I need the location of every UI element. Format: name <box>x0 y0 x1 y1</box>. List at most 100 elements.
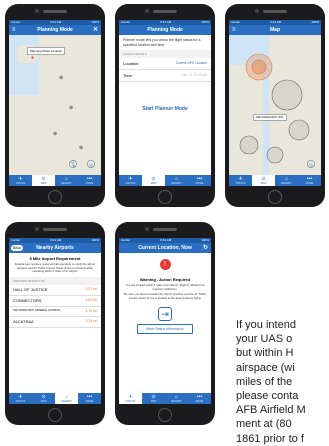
more-status-button[interactable]: More Status Information <box>137 324 193 335</box>
tab-label: MORE <box>305 182 314 185</box>
tab-status[interactable]: ✈ STATUS <box>9 393 32 404</box>
airport-name: ALCATRAZ <box>13 319 34 325</box>
speaker <box>43 10 67 13</box>
screen: Carrier 9:41 AM 100% ≡ Planning Mode ✕ P… <box>9 20 101 186</box>
camera <box>35 227 39 231</box>
tab-more[interactable]: ••• MORE <box>188 175 211 186</box>
camera <box>145 9 149 13</box>
tab-label: NEARBY <box>61 182 72 185</box>
paragraph-line: miles of the <box>236 375 293 388</box>
location-pin-icon[interactable]: ● <box>31 55 34 61</box>
airport-icon[interactable]: ⊕ <box>59 75 63 81</box>
page-title: Nearby Airports <box>36 245 74 251</box>
tab-map[interactable]: ⊙ MAP <box>32 175 55 186</box>
microphone-icon[interactable]: 🎙 <box>69 160 77 168</box>
refresh-icon[interactable]: ↻ <box>203 243 208 253</box>
tab-label: STATUS <box>15 400 26 403</box>
start-planner-button[interactable]: Start Planner Mode <box>119 106 211 112</box>
home-button <box>48 190 62 204</box>
tab-label: MAP <box>40 400 47 403</box>
airport-row[interactable]: HALL OF JUSTICE 0.57 mi <box>9 285 101 296</box>
speaker <box>263 10 287 13</box>
tab-status[interactable]: ✈ STATUS <box>9 175 32 186</box>
camera <box>255 9 259 13</box>
time-value: Jan 13, 10:55 AM <box>182 73 207 77</box>
warning-text: You are located within 5 miles of an air… <box>125 283 205 291</box>
tab-status[interactable]: ✈ STATUS <box>119 393 142 404</box>
tab-bar: ✈ STATUS ⊙ MAP ⌂ NEARBY ••• MORE <box>9 393 101 404</box>
home-button <box>158 190 172 204</box>
section-header: FLIGHT DETAILS <box>119 50 211 58</box>
location-row[interactable]: Location: Current GPS Location <box>119 58 211 70</box>
location-value: Current GPS Location <box>175 61 207 65</box>
tab-more[interactable]: ••• MORE <box>78 393 101 404</box>
nav-bar: ≡ Map <box>229 25 321 35</box>
map-view[interactable]: SAN FRANCISCO INTL ◎ <box>229 35 321 175</box>
airport-icon[interactable]: ⊕ <box>69 105 73 111</box>
airspace-ring <box>251 59 267 75</box>
planner-intro: Planner mode lets you check the flight s… <box>123 38 201 47</box>
airport-callout[interactable]: SAN FRANCISCO INTL <box>253 114 287 121</box>
phone-planning-map: Carrier 9:41 AM 100% ≡ Planning Mode ✕ P… <box>5 4 105 207</box>
tab-nearby[interactable]: ⌂ NEARBY <box>165 175 188 186</box>
requirement-title: 5 Mile Airport Requirement <box>29 256 81 261</box>
page-title: Planning Mode <box>147 27 183 33</box>
back-button[interactable]: Back <box>11 245 24 251</box>
close-icon[interactable]: ✕ <box>93 25 98 35</box>
menu-icon[interactable]: ≡ <box>12 25 16 35</box>
tab-more[interactable]: ••• MORE <box>188 393 211 404</box>
home-button <box>158 408 172 422</box>
tab-label: MORE <box>195 182 204 185</box>
tab-bar: ✈ STATUS ⊙ MAP ⌂ NEARBY ••• MORE <box>119 393 211 404</box>
requirement-text: Federal Law requires model aircraft oper… <box>14 262 96 274</box>
tab-label: STATUS <box>125 182 136 185</box>
camera <box>35 9 39 13</box>
paragraph-line: ment at (80 <box>236 418 292 431</box>
tab-bar: ✈ STATUS ⊙ MAP ⌂ NEARBY ••• MORE <box>229 175 321 186</box>
phone-nearby-airports: Carrier 9:41 AM 100% Back Nearby Airport… <box>5 222 105 425</box>
tab-status[interactable]: ✈ STATUS <box>119 175 142 186</box>
tab-map[interactable]: ⊙ MAP <box>252 175 275 186</box>
section-header: AIRPORTS WITHIN 5 MI <box>9 276 101 285</box>
tab-label: NEARBY <box>61 400 72 403</box>
tab-label: MORE <box>85 182 94 185</box>
tab-more[interactable]: ••• MORE <box>298 175 321 186</box>
time-row[interactable]: Time: Jan 13, 10:55 AM <box>119 70 211 82</box>
locate-icon[interactable]: ◎ <box>87 160 95 168</box>
tab-status[interactable]: ✈ STATUS <box>229 175 252 186</box>
tab-map[interactable]: ⊙ MAP <box>142 393 165 404</box>
tab-nearby[interactable]: ⌂ NEARBY <box>55 175 78 186</box>
tab-label: STATUS <box>235 182 246 185</box>
tab-map[interactable]: ⊙ MAP <box>32 393 55 404</box>
airport-row[interactable]: CONNECTORS 1.03 mi <box>9 296 101 307</box>
airspace-overlay <box>239 53 310 164</box>
tab-label: STATUS <box>15 182 26 185</box>
page-title: Planning Mode <box>37 27 73 33</box>
menu-icon[interactable]: ≡ <box>232 25 236 35</box>
airport-distance: 1.76 mi <box>85 309 97 314</box>
tab-nearby[interactable]: ⌂ NEARBY <box>275 175 298 186</box>
airport-distance: 0.57 mi <box>85 287 97 292</box>
tab-map[interactable]: ⊙ MAP <box>142 175 165 186</box>
airport-row[interactable]: SAN FRANCISCO GENERAL HOSPITAL 1.76 mi <box>9 307 101 317</box>
airport-row[interactable]: ALCATRAZ 2.74 mi <box>9 317 101 328</box>
locate-icon[interactable]: ◎ <box>307 160 315 168</box>
paragraph-line: your UAS o <box>236 333 293 346</box>
airport-name: HALL OF JUSTICE <box>13 287 48 293</box>
page-title: Map <box>270 27 280 33</box>
instruction-paragraph: If you intend your UAS o but within H ai… <box>236 318 329 446</box>
map-land <box>9 95 49 175</box>
tab-nearby[interactable]: ⌂ NEARBY <box>165 393 188 404</box>
page-title: Current Location, Now <box>138 245 192 251</box>
tab-more[interactable]: ••• MORE <box>78 175 101 186</box>
tab-label: MAP <box>150 400 157 403</box>
airport-icon[interactable]: ⊕ <box>79 145 83 151</box>
map-view[interactable]: Planning Mode Location ● ⊕ ⊕ ⊕ ⊕ 🎙 ◎ <box>9 35 101 175</box>
airport-icon[interactable]: ⊕ <box>53 131 57 137</box>
speaker <box>153 228 177 231</box>
airspace-ring <box>266 146 284 164</box>
time-label: Time: <box>123 73 133 78</box>
tab-nearby[interactable]: ⌂ NEARBY <box>55 393 78 404</box>
location-callout: Planning Mode Location <box>27 47 66 55</box>
phone-warning: Carrier 9:41 AM 100% Current Location, N… <box>115 222 215 425</box>
